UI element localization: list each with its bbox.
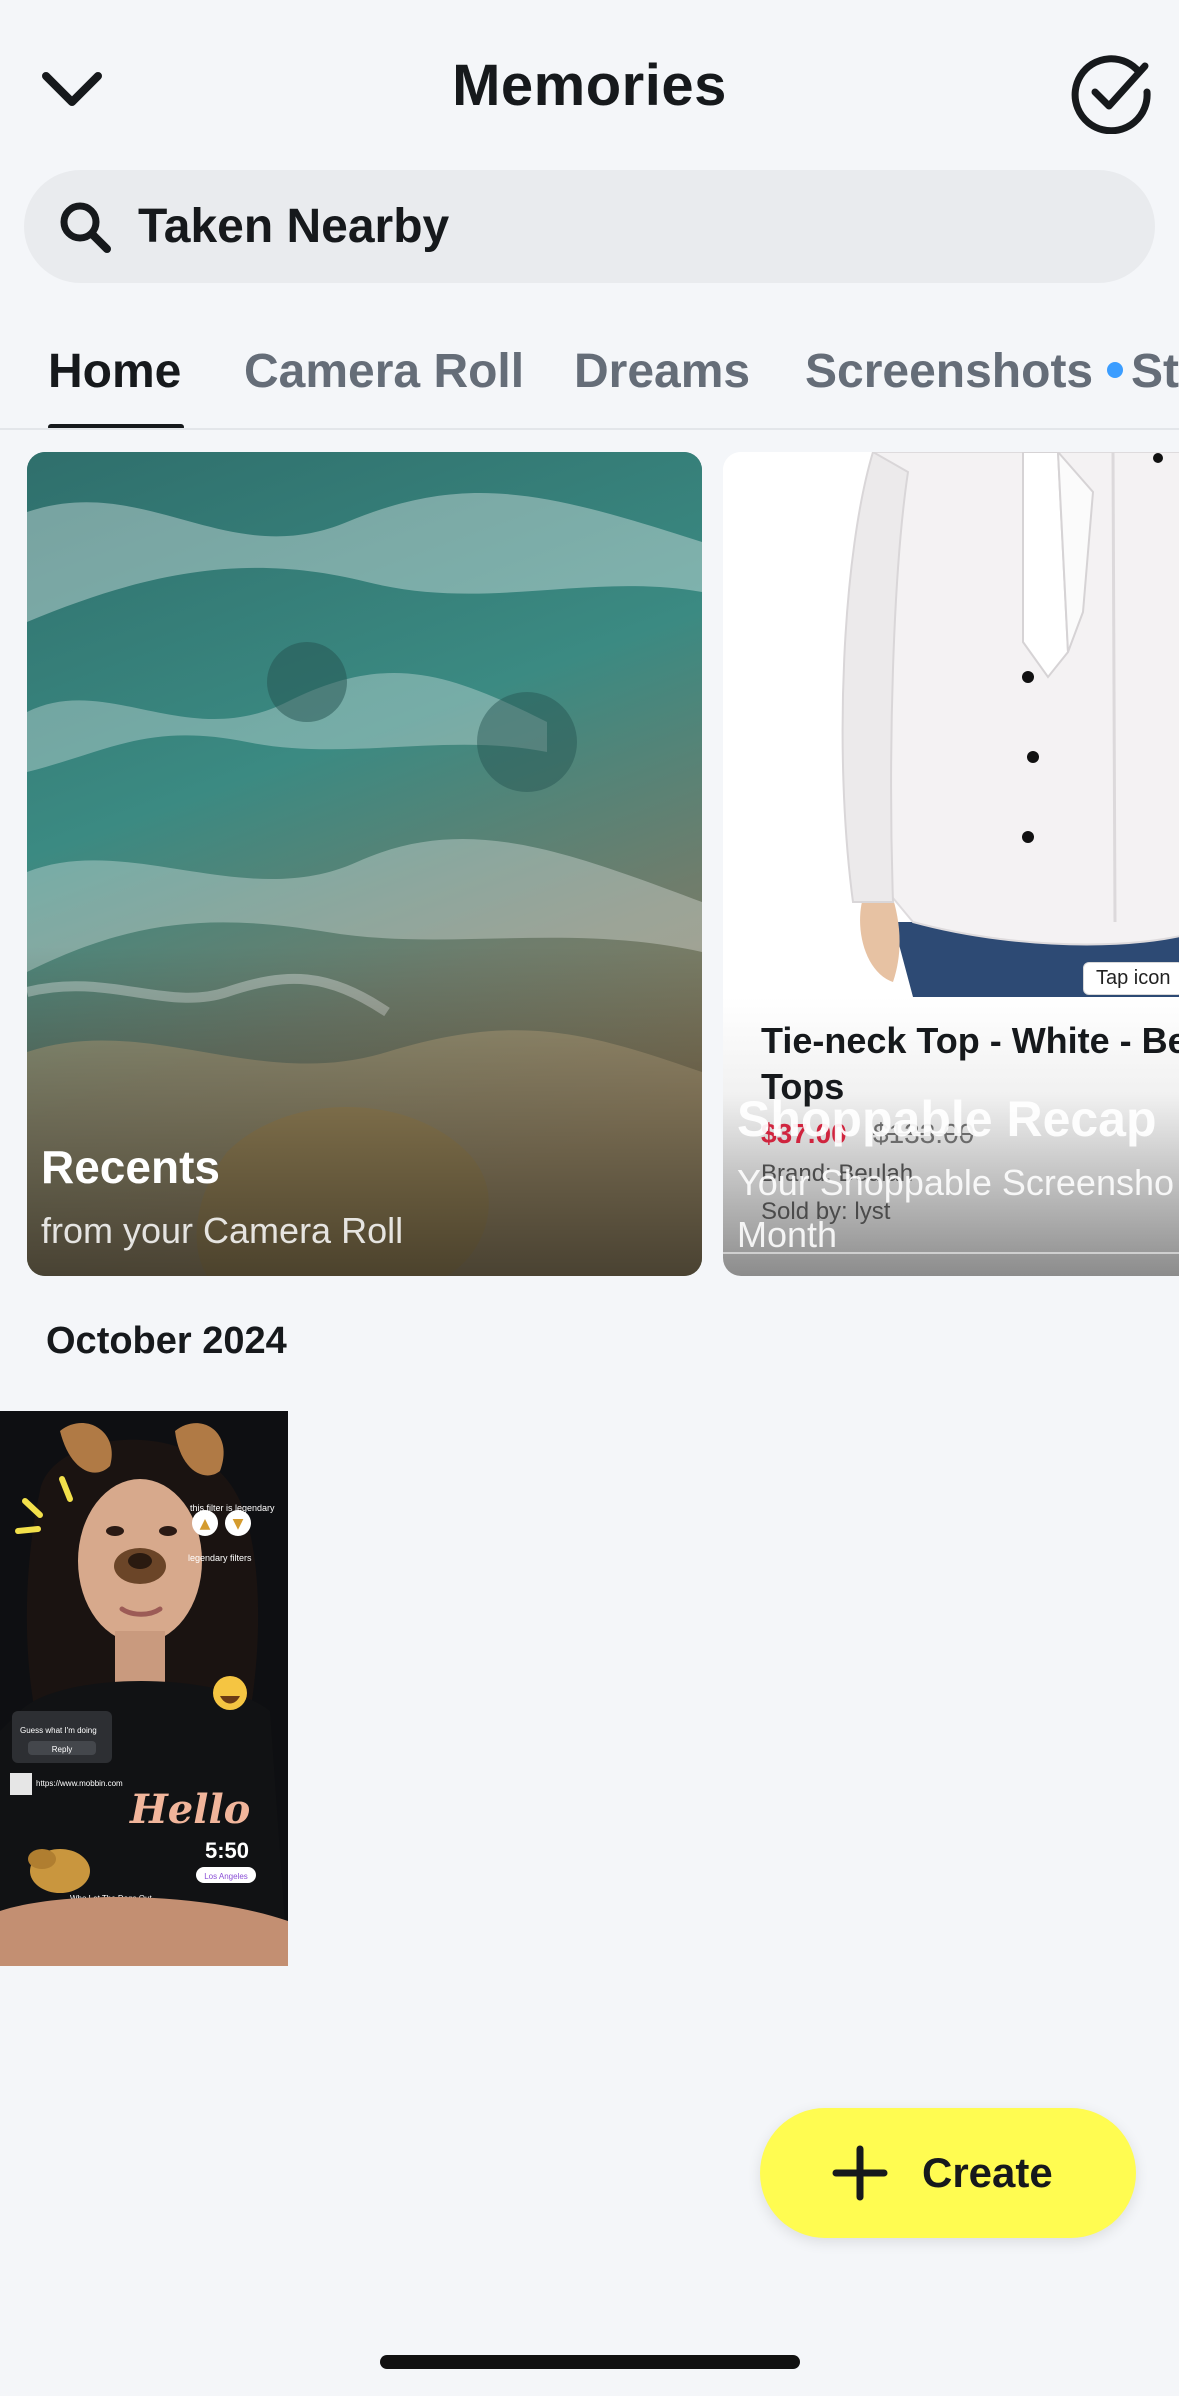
section-date-header: October 2024 xyxy=(46,1320,287,1362)
tab-label: Camera Roll xyxy=(244,345,525,398)
tab-stories[interactable]: St xyxy=(1131,344,1179,399)
tab-camera-roll[interactable]: Camera Roll xyxy=(244,344,524,399)
recap-subtitle: Your Shoppable Screensho xyxy=(737,1162,1175,1203)
tab-home[interactable]: Home xyxy=(48,344,181,399)
recap-title: Shoppable Recap xyxy=(737,1091,1157,1147)
svg-text:▲: ▲ xyxy=(200,1516,211,1532)
snap-selfie-image: ▲ ▼ this filter is legendary legendary f… xyxy=(0,1411,288,1966)
poll-reply: Reply xyxy=(52,1745,72,1754)
snap-thumbnail[interactable]: ▲ ▼ this filter is legendary legendary f… xyxy=(0,1411,288,1966)
poll-text: Guess what I'm doing xyxy=(20,1726,97,1735)
time-text: 5:50 xyxy=(205,1838,249,1863)
new-indicator-dot xyxy=(1107,362,1124,379)
plus-icon xyxy=(832,2145,888,2201)
check-circle-icon xyxy=(1071,55,1151,135)
svg-text:▼: ▼ xyxy=(233,1516,244,1532)
location-text: Los Angeles xyxy=(204,1872,248,1881)
tab-bar: Home Camera Roll Dreams Screenshots St xyxy=(0,330,1179,430)
search-bar[interactable]: Taken Nearby xyxy=(24,170,1155,283)
search-query: Taken Nearby xyxy=(138,200,450,253)
search-icon xyxy=(60,202,111,253)
header: Memories xyxy=(0,0,1179,170)
active-tab-underline xyxy=(48,424,184,428)
tab-label: Home xyxy=(48,345,182,398)
home-indicator xyxy=(380,2355,800,2369)
recents-subtitle: from your Camera Roll xyxy=(41,1210,404,1251)
link-text: https://www.mobbin.com xyxy=(36,1779,123,1788)
create-button[interactable]: Create xyxy=(760,2108,1136,2238)
select-button[interactable] xyxy=(1069,50,1153,135)
tap-icon-badge: Tap icon xyxy=(1083,962,1179,995)
sticker-text-2: legendary filters xyxy=(188,1553,252,1563)
hello-text: Hello xyxy=(129,1786,250,1833)
sticker-text-1: this filter is legendary xyxy=(190,1503,275,1513)
shoppable-recap-card[interactable]: Tap icon Tie-neck Top - White - Beul Top… xyxy=(723,452,1179,1276)
tab-label: Dreams xyxy=(574,345,751,398)
tab-label: Screenshots xyxy=(805,345,1094,398)
recap-month: Month xyxy=(737,1214,838,1255)
tab-label: St xyxy=(1131,345,1179,398)
featured-cards: Recents from your Camera Roll Tap icon T… xyxy=(0,452,1179,1276)
recents-card[interactable]: Recents from your Camera Roll xyxy=(27,452,702,1276)
create-button-label: Create xyxy=(922,2149,1053,2196)
recents-title: Recents xyxy=(41,1141,220,1193)
tab-dreams[interactable]: Dreams xyxy=(574,344,750,399)
recap-content: Tap icon Tie-neck Top - White - Beul Top… xyxy=(723,452,1179,1276)
page-title: Memories xyxy=(452,53,727,118)
tab-screenshots[interactable]: Screenshots xyxy=(805,344,1124,399)
